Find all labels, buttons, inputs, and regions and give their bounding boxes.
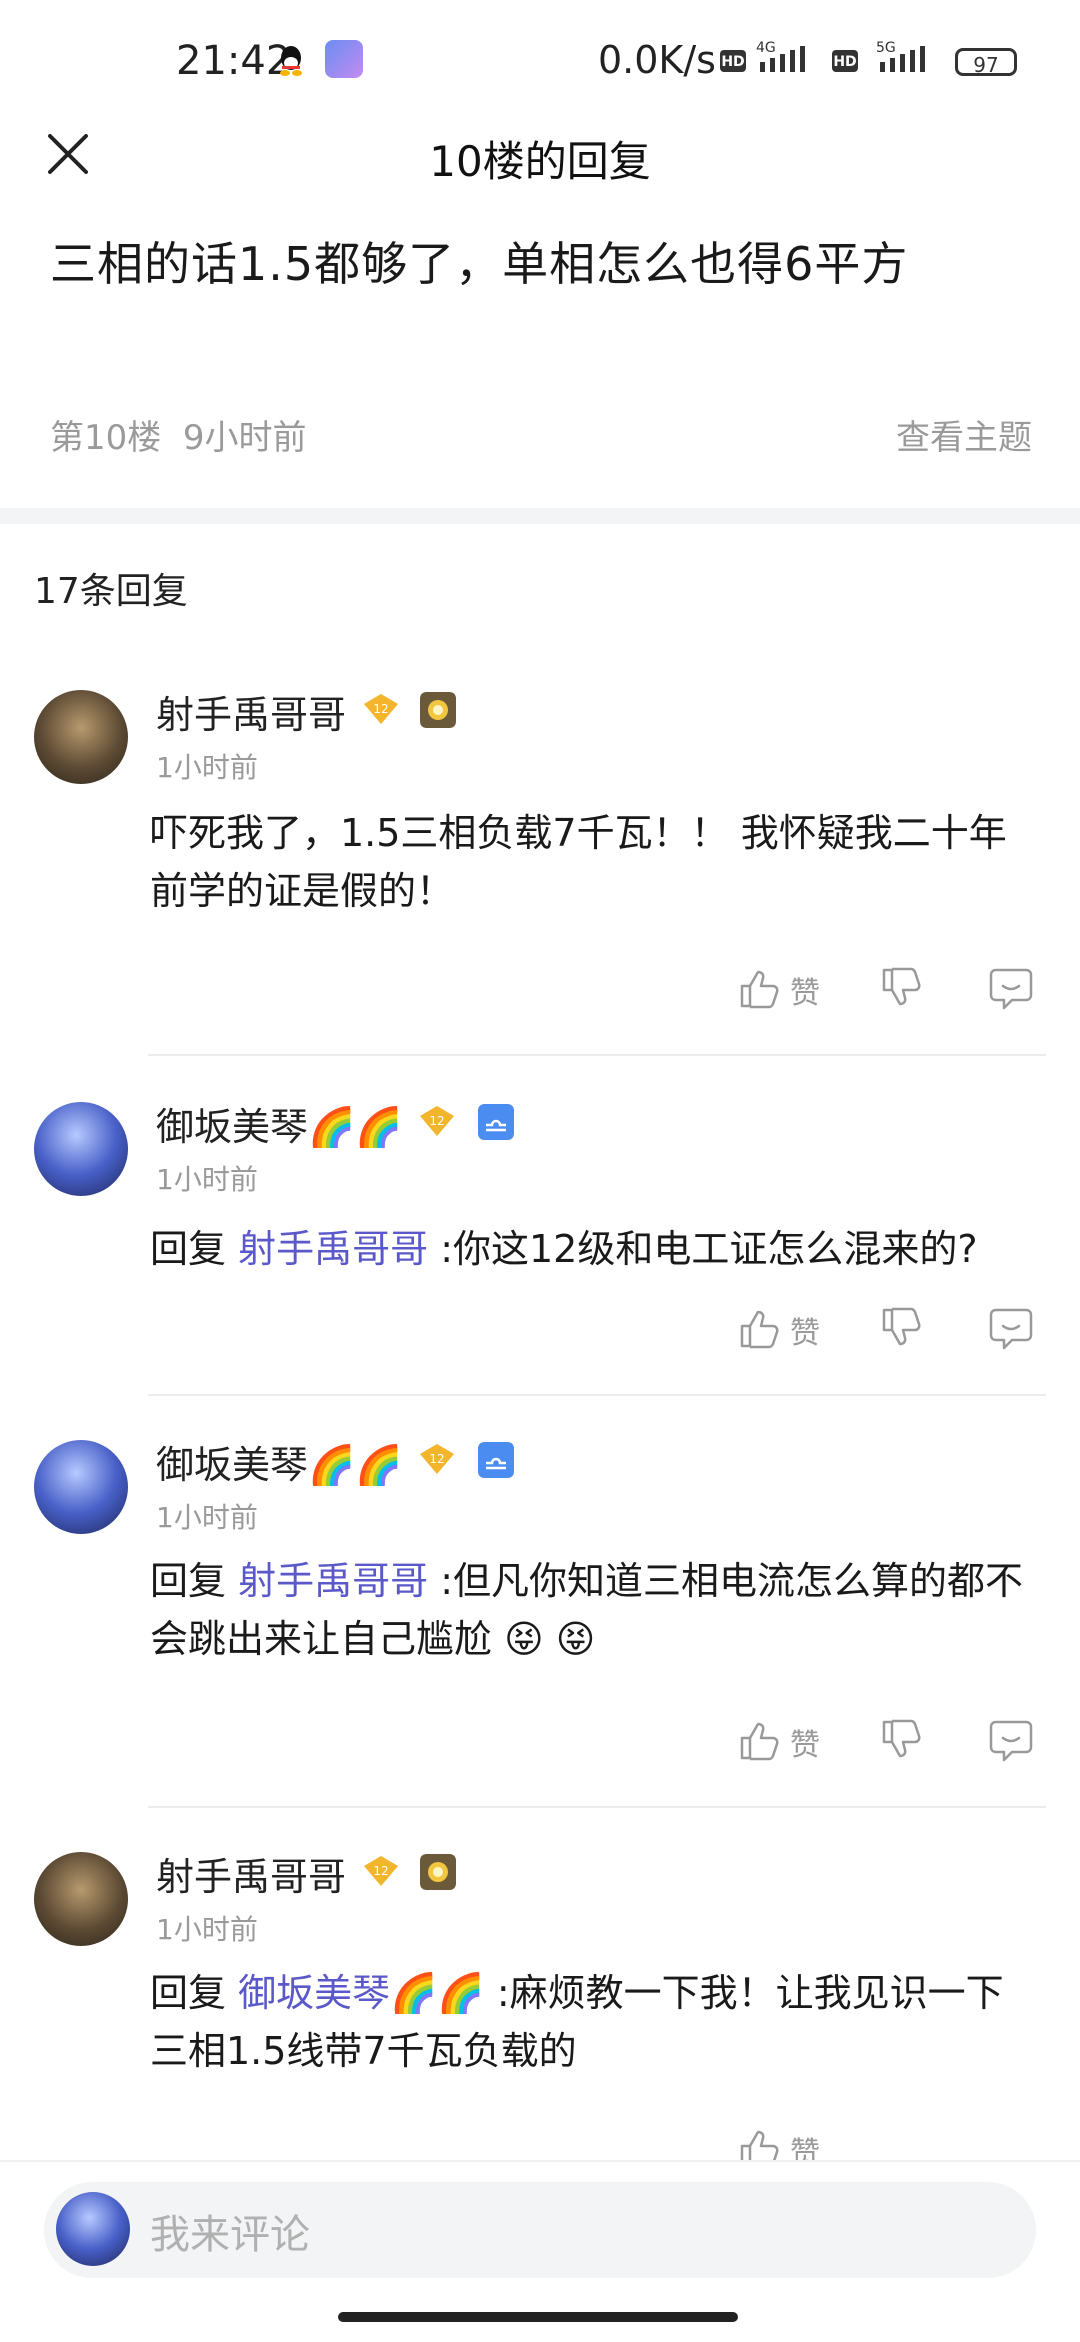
- comment-time: 1小时前: [156, 751, 258, 784]
- reply-to-user-link[interactable]: 射手禹哥哥: [238, 1227, 428, 1271]
- page-title: 10楼的回复: [429, 137, 651, 186]
- svg-text:5G: 5G: [876, 40, 896, 56]
- comment-text: 回复 射手禹哥哥 :但凡你知道三相电流怎么算的都不会跳出来让自己尴尬 😝 😝: [150, 1552, 1030, 1668]
- thumb-up-icon: [740, 970, 779, 1009]
- reply-to-user-link[interactable]: 御坂美琴🌈🌈: [238, 1971, 485, 2015]
- comment-divider: [148, 1806, 1046, 1808]
- like-button[interactable]: 赞: [738, 1716, 828, 1766]
- level-badge-icon: 12: [364, 694, 398, 724]
- like-button[interactable]: 赞: [738, 1304, 828, 1354]
- svg-text:12: 12: [373, 1864, 388, 1878]
- home-indicator[interactable]: [338, 2312, 738, 2322]
- avatar[interactable]: [34, 1102, 128, 1196]
- username[interactable]: 御坂美琴🌈🌈: [156, 1434, 403, 1489]
- qq-icon: [280, 46, 302, 76]
- battery-icon: 97: [955, 48, 1017, 77]
- username[interactable]: 射手禹哥哥: [156, 684, 346, 739]
- svg-text:12: 12: [373, 702, 388, 716]
- thumb-down-icon[interactable]: [880, 966, 924, 1010]
- view-topic-link[interactable]: 查看主题: [896, 410, 1032, 459]
- level-badge-icon: 12: [420, 1444, 454, 1474]
- username[interactable]: 射手禹哥哥: [156, 1846, 346, 1901]
- reply-to-user-link[interactable]: 射手禹哥哥: [238, 1559, 428, 1603]
- comment-icon[interactable]: [988, 1306, 1034, 1352]
- like-label: 赞: [790, 1316, 820, 1351]
- floor-time: 9小时前: [182, 418, 307, 458]
- libra-badge-icon: [478, 1442, 514, 1478]
- reply-count: 17条回复: [34, 571, 188, 612]
- svg-text:12: 12: [429, 1452, 444, 1466]
- reply-body: :你这12级和电工证怎么混来的?: [428, 1227, 978, 1271]
- level-badge-icon: 12: [364, 1856, 398, 1886]
- comment-icon[interactable]: [988, 966, 1034, 1012]
- signal-4g-icon: HD 4G: [720, 40, 805, 72]
- reply-prefix: 回复: [150, 1971, 239, 2015]
- avatar[interactable]: [34, 690, 128, 784]
- libra-badge-icon: [478, 1104, 514, 1140]
- thumb-down-icon[interactable]: [880, 1718, 924, 1762]
- thumb-up-icon: [740, 2130, 779, 2160]
- status-bar: 21:42 0.0K/s HD 4G HD 5G 97: [0, 0, 1080, 120]
- like-button[interactable]: 赞: [738, 964, 828, 1014]
- svg-text:12: 12: [429, 1114, 444, 1128]
- svg-text:HD: HD: [833, 54, 856, 70]
- like-button[interactable]: 赞: [738, 2124, 828, 2160]
- floor-content: 三相的话1.5都够了，单相怎么也得6平方: [50, 237, 909, 291]
- username[interactable]: 御坂美琴🌈🌈: [156, 1096, 403, 1151]
- comment-time: 1小时前: [156, 1913, 258, 1946]
- thumb-up-icon: [740, 1310, 779, 1349]
- section-divider: [0, 508, 1080, 524]
- avatar[interactable]: [34, 1440, 128, 1534]
- my-avatar: [56, 2192, 130, 2266]
- signal-5g-icon: HD 5G: [832, 40, 925, 72]
- comment-text: 吓死我了，1.5三相负载7千瓦！！ 我怀疑我二十年前学的证是假的！: [150, 811, 1007, 913]
- comment-icon[interactable]: [988, 1718, 1034, 1764]
- comment-text: 回复 御坂美琴🌈🌈 :麻烦教一下我！让我见识一下三相1.5线带7千瓦负载的: [150, 1964, 1030, 2080]
- comment-time: 1小时前: [156, 1163, 258, 1196]
- status-time: 21:42: [176, 38, 292, 84]
- floor-meta: 第10楼 9小时前: [50, 410, 307, 459]
- net-speed: 0.0K/s: [598, 38, 716, 82]
- thumb-up-icon: [740, 1722, 779, 1761]
- comment-input-placeholder[interactable]: 我来评论: [150, 2202, 310, 2260]
- like-label: 赞: [790, 2136, 820, 2160]
- svg-text:4G: 4G: [756, 40, 776, 56]
- reply-prefix: 回复: [150, 1559, 239, 1603]
- thumb-down-icon[interactable]: [880, 1306, 924, 1350]
- comment-divider: [148, 1054, 1046, 1056]
- floor-label: 第10楼: [50, 418, 162, 458]
- comment-divider: [148, 1394, 1046, 1396]
- app-icon: [325, 40, 363, 78]
- reply-prefix: 回复: [150, 1227, 239, 1271]
- like-label: 赞: [790, 1728, 820, 1763]
- avatar[interactable]: [34, 1852, 128, 1946]
- svg-text:HD: HD: [721, 54, 744, 70]
- comment-time: 1小时前: [156, 1501, 258, 1534]
- sagittarius-badge-icon: [420, 1854, 456, 1890]
- like-label: 赞: [790, 976, 820, 1011]
- comment-text: 回复 射手禹哥哥 :你这12级和电工证怎么混来的?: [150, 1220, 1030, 1278]
- sagittarius-badge-icon: [420, 692, 456, 728]
- level-badge-icon: 12: [420, 1106, 454, 1136]
